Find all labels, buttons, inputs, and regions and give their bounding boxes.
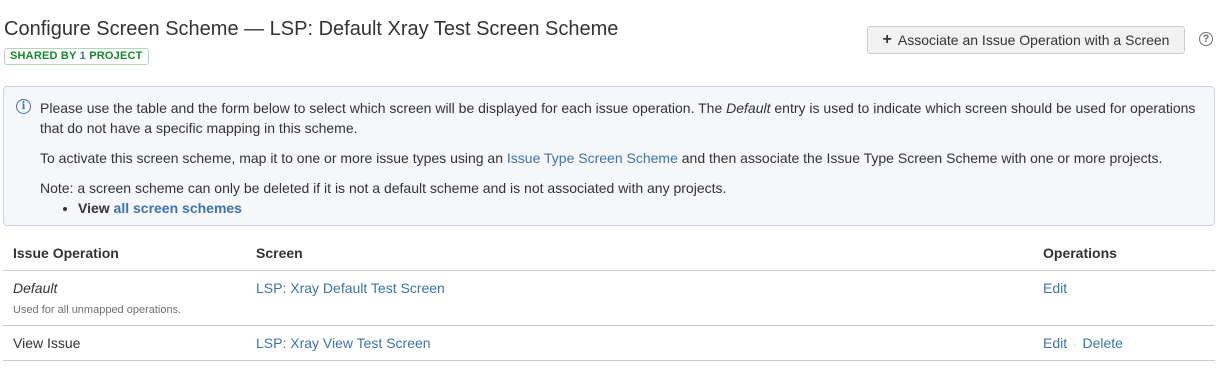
header-screen: Screen [246,238,1033,271]
info-p1-text: Please use the table and the form below … [40,100,727,116]
operation-name: View Issue [13,335,81,351]
screen-link[interactable]: LSP: Xray Default Test Screen [256,280,445,296]
help-icon[interactable]: ? [1199,32,1213,46]
view-prefix: View [78,200,114,216]
operations-cell: Edit · Delete [1033,325,1215,361]
header-operations: Operations [1033,238,1215,271]
operation-cell: View Issue [3,325,246,361]
info-paragraph-1: Please use the table and the form below … [40,98,1205,138]
info-p2-text-after: and then associate the Issue Type Screen… [677,150,1163,166]
operation-cell: Default Used for all unmapped operations… [3,270,246,326]
delete-link[interactable]: Delete [1082,335,1122,351]
associate-operation-label: Associate an Issue Operation with a Scre… [897,32,1170,48]
table-row: View Issue LSP: Xray View Test Screen Ed… [3,325,1215,361]
screen-scheme-table: Issue Operation Screen Operations Defaul… [3,238,1215,361]
shared-suffix: PROJECT [85,50,143,62]
operation-name: Default [13,280,58,296]
default-emphasis: Default [726,100,771,116]
info-message: i Please use the table and the form belo… [3,86,1215,226]
issue-type-screen-scheme-link[interactable]: Issue Type Screen Scheme [507,150,678,166]
configure-screen-scheme-page: Configure Screen Scheme — LSP: Default X… [0,0,1227,386]
table-row: Default Used for all unmapped operations… [3,270,1215,326]
operation-description: Used for all unmapped operations. [13,304,182,316]
page-title: Configure Screen Scheme — LSP: Default X… [4,18,619,40]
screen-cell: LSP: Xray Default Test Screen [246,270,1033,326]
screen-cell: LSP: Xray View Test Screen [246,325,1033,361]
info-icon: i [16,99,31,114]
info-paragraph-3: Note: a screen scheme can only be delete… [40,180,727,196]
info-p2-text: To activate this screen scheme, map it t… [40,150,507,166]
edit-link[interactable]: Edit [1043,280,1067,296]
table-header-row: Issue Operation Screen Operations [3,238,1215,271]
associate-operation-button[interactable]: + Associate an Issue Operation with a Sc… [867,26,1185,54]
info-text: Please use the table and the form below … [40,98,1205,218]
shared-prefix: SHARED BY [10,50,80,62]
view-list: View all screen schemes [40,198,1205,218]
edit-link[interactable]: Edit [1043,335,1067,351]
plus-icon: + [882,31,892,48]
view-list-item: View all screen schemes [78,198,1205,218]
operations-cell: Edit [1033,270,1215,326]
all-screen-schemes-link[interactable]: all screen schemes [114,200,242,216]
operations-separator: · [1073,340,1077,351]
info-paragraph-2: To activate this screen scheme, map it t… [40,148,1205,168]
header-issue-operation: Issue Operation [3,238,246,271]
screen-link[interactable]: LSP: Xray View Test Screen [256,335,431,351]
shared-by-badge[interactable]: SHARED BY 1 PROJECT [4,48,149,65]
